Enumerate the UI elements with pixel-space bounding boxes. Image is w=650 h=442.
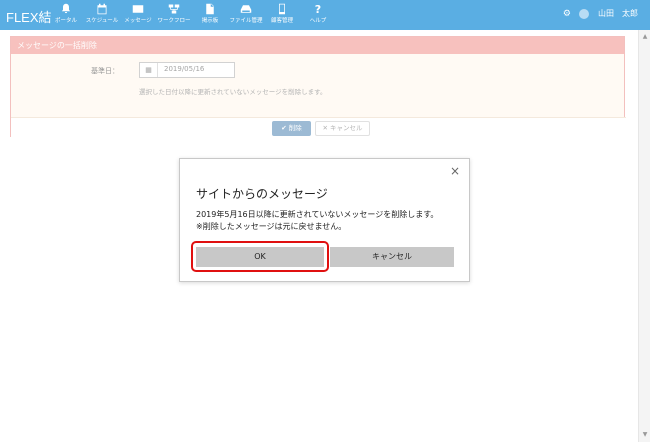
user-area: ⚙ 山田 太郎 xyxy=(557,8,638,19)
mail-icon xyxy=(120,3,156,17)
nav-workflow[interactable]: ワークフロー xyxy=(156,3,192,29)
nav-file-management[interactable]: ファイル管理 xyxy=(228,3,264,29)
nav-label: スケジュール xyxy=(85,18,119,24)
nav-label: メッセージ xyxy=(124,18,152,24)
scroll-down-arrow-icon[interactable]: ▼ xyxy=(641,431,649,439)
page-scrollbar[interactable]: ▲ ▼ xyxy=(638,30,650,442)
nav-portal[interactable]: ポータル xyxy=(48,3,84,29)
close-icon[interactable]: × xyxy=(449,165,461,177)
dialog-title: サイトからのメッセージ xyxy=(196,187,328,201)
user-name[interactable]: 山田 太郎 xyxy=(598,9,638,18)
nav-schedule[interactable]: スケジュール xyxy=(84,3,120,29)
nav-customer-management[interactable]: 顧客管理 xyxy=(264,3,300,29)
dialog-message: 2019年5月16日以降に更新されていないメッセージを削除します。 ※削除したメ… xyxy=(196,209,438,233)
nav-label: 顧客管理 xyxy=(270,18,293,24)
scroll-up-arrow-icon[interactable]: ▲ xyxy=(641,33,649,41)
dialog-message-line: 2019年5月16日以降に更新されていないメッセージを削除します。 xyxy=(196,210,439,219)
nav-message[interactable]: メッセージ xyxy=(120,3,156,29)
confirm-dialog: × サイトからのメッセージ 2019年5月16日以降に更新されていないメッセージ… xyxy=(179,158,470,282)
calendar-icon xyxy=(84,3,120,17)
nav-label: ワークフロー xyxy=(157,18,191,24)
brand-logo[interactable]: FLEX結 xyxy=(6,7,52,26)
nav-help[interactable]: ? ヘルプ xyxy=(300,3,336,29)
question-icon: ? xyxy=(314,3,322,16)
nav-label: ポータル xyxy=(54,18,77,24)
nav-label: ヘルプ xyxy=(309,18,327,24)
gear-icon[interactable]: ⚙ xyxy=(563,9,571,19)
ok-button[interactable]: OK xyxy=(196,247,324,267)
nav-label: 掲示板 xyxy=(201,18,219,24)
phone-icon xyxy=(264,3,300,17)
cancel-button[interactable]: キャンセル xyxy=(330,247,454,267)
nav-bulletin-board[interactable]: 掲示板 xyxy=(192,3,228,29)
avatar[interactable] xyxy=(579,8,590,19)
document-icon xyxy=(192,3,228,17)
top-navigation-bar: FLEX結 ポータル スケジュール メッセージ ワークフロー 掲示板 ファイル管 xyxy=(0,0,650,30)
flow-icon xyxy=(156,3,192,17)
bell-icon xyxy=(48,3,84,17)
dialog-message-line: ※削除したメッセージは元に戻せません。 xyxy=(196,222,347,231)
nav-label: ファイル管理 xyxy=(229,18,263,24)
hdd-icon xyxy=(228,3,264,17)
